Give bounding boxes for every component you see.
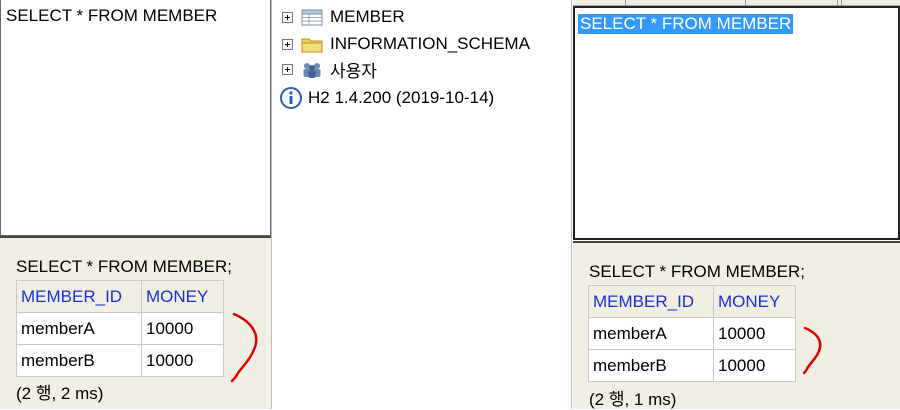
right-editor-selected-text[interactable]: SELECT * FROM MEMBER xyxy=(578,14,794,34)
table-cell: 10000 xyxy=(713,349,796,382)
tree-item-users[interactable]: 사용자 xyxy=(282,58,377,81)
table-cell: 10000 xyxy=(141,344,224,377)
left-result-status: (2 행, 2 ms) xyxy=(16,384,104,403)
tree-item-label: MEMBER xyxy=(330,7,405,26)
right-result-table: MEMBER_ID MONEY memberA 10000 memberB 10… xyxy=(588,285,796,382)
right-result-sql: SELECT * FROM MEMBER; xyxy=(589,262,805,281)
left-result-sql: SELECT * FROM MEMBER; xyxy=(16,257,232,276)
table-cell: 10000 xyxy=(141,312,224,345)
table-cell: memberA xyxy=(588,317,714,350)
left-result-table: MEMBER_ID MONEY memberA 10000 memberB 10… xyxy=(16,280,224,377)
users-icon xyxy=(303,63,321,78)
table-header-row: MEMBER_ID MONEY xyxy=(588,285,796,318)
table-row: memberB 10000 xyxy=(588,349,796,382)
table-cell: 10000 xyxy=(713,317,796,350)
right-result-status: (2 행, 1 ms) xyxy=(589,390,677,409)
left-editor-text: SELECT * FROM MEMBER xyxy=(6,6,218,25)
column-header-money[interactable]: MONEY xyxy=(141,280,224,313)
tree-item-label: 사용자 xyxy=(330,61,377,81)
table-cell: memberB xyxy=(16,344,142,377)
column-header-member-id[interactable]: MEMBER_ID xyxy=(588,285,714,318)
tree-item-label: INFORMATION_SCHEMA xyxy=(330,34,530,53)
right-sql-editor[interactable]: SELECT * FROM MEMBER xyxy=(573,6,900,240)
version-info: H2 1.4.200 (2019-10-14) xyxy=(280,87,494,109)
column-header-money[interactable]: MONEY xyxy=(713,285,796,318)
right-result-pane: SELECT * FROM MEMBER; MEMBER_ID MONEY me… xyxy=(573,241,900,409)
red-annotation-brace xyxy=(230,312,258,383)
folder-icon xyxy=(301,38,323,53)
version-label: H2 1.4.200 (2019-10-14) xyxy=(308,88,495,107)
tree-item-member[interactable]: MEMBER xyxy=(282,6,405,28)
info-icon xyxy=(280,87,302,109)
left-result-pane: SELECT * FROM MEMBER; MEMBER_ID MONEY me… xyxy=(0,236,271,409)
column-header-member-id[interactable]: MEMBER_ID xyxy=(16,280,142,313)
table-icon xyxy=(301,9,323,26)
expand-icon[interactable] xyxy=(282,11,293,23)
table-header-row: MEMBER_ID MONEY xyxy=(16,280,224,313)
table-row: memberB 10000 xyxy=(16,344,224,377)
table-row: memberA 10000 xyxy=(588,317,796,350)
table-cell: memberB xyxy=(588,349,714,382)
table-row: memberA 10000 xyxy=(16,312,224,345)
expand-icon[interactable] xyxy=(282,63,293,75)
red-annotation-brace xyxy=(802,326,822,375)
expand-icon[interactable] xyxy=(282,38,293,50)
tree-item-information-schema[interactable]: INFORMATION_SCHEMA xyxy=(282,33,530,55)
schema-tree-panel: MEMBER INFORMATION_SCHEMA 사용자 H2 1.4.200… xyxy=(271,0,572,409)
table-cell: memberA xyxy=(16,312,142,345)
left-sql-editor[interactable]: SELECT * FROM MEMBER xyxy=(0,0,271,236)
